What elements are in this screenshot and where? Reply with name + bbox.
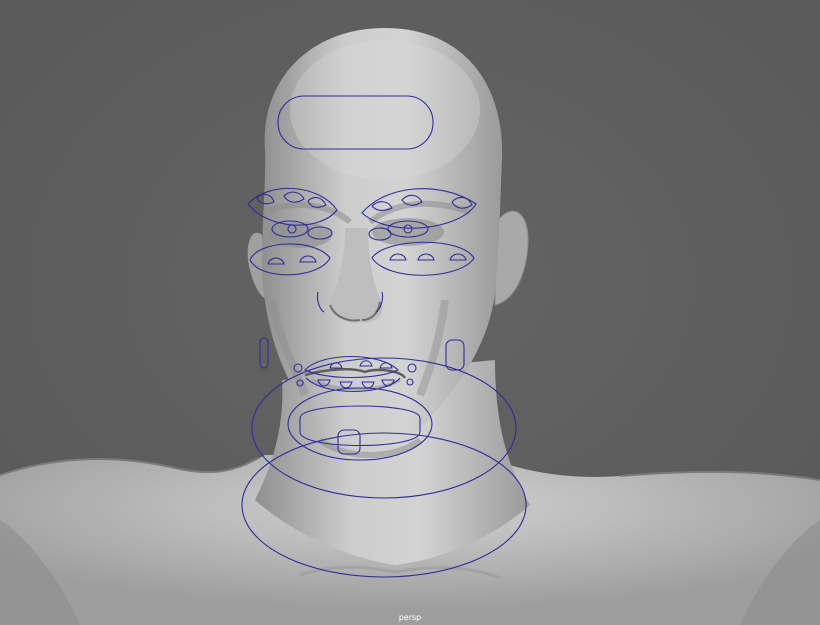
viewport-persp[interactable]: persp [0,0,820,625]
scene-canvas[interactable] [0,0,820,625]
camera-name-label: persp [398,613,422,622]
